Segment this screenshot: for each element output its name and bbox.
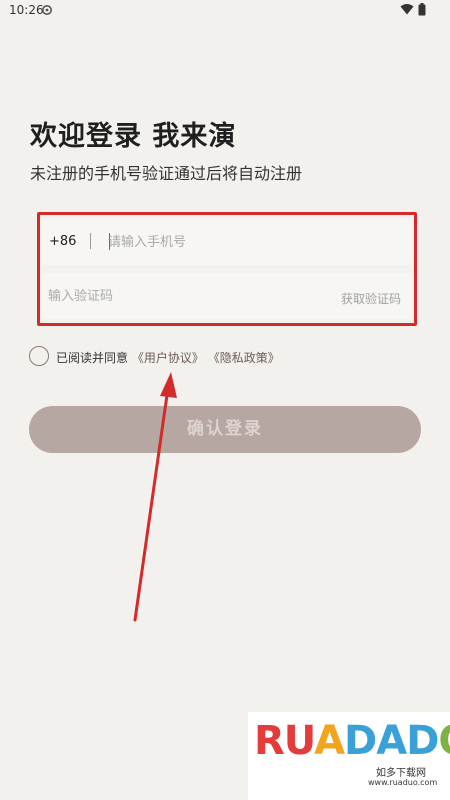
watermark-cn-text: 如多下载网 (376, 768, 426, 779)
agreement-checkbox[interactable] (29, 346, 49, 366)
page-title: 欢迎登录 我来演 (30, 121, 237, 152)
status-bar: 10:26 (0, 0, 450, 22)
confirm-login-button[interactable]: 确认登录 (29, 406, 421, 453)
watermark-logo-text: RUADADO (254, 718, 450, 764)
wifi-icon (400, 4, 414, 15)
agreement-prefix: 已阅读并同意 (56, 351, 129, 365)
watermark-url: www.ruaduo.com (368, 778, 438, 787)
privacy-policy-link[interactable]: 《隐私政策》 (208, 351, 280, 365)
watermark-logo: RUADADO 如多下载网 www.ruaduo.com (248, 712, 450, 800)
battery-icon (418, 3, 426, 16)
status-time: 10:26 (9, 3, 44, 17)
user-agreement-link[interactable]: 《用户协议》 (132, 351, 204, 365)
settings-icon (42, 5, 52, 15)
annotation-highlight-box (37, 212, 417, 326)
agreement-text: 已阅读并同意 《用户协议》 《隐私政策》 (56, 349, 280, 366)
page-subtitle: 未注册的手机号验证通过后将自动注册 (30, 164, 303, 183)
